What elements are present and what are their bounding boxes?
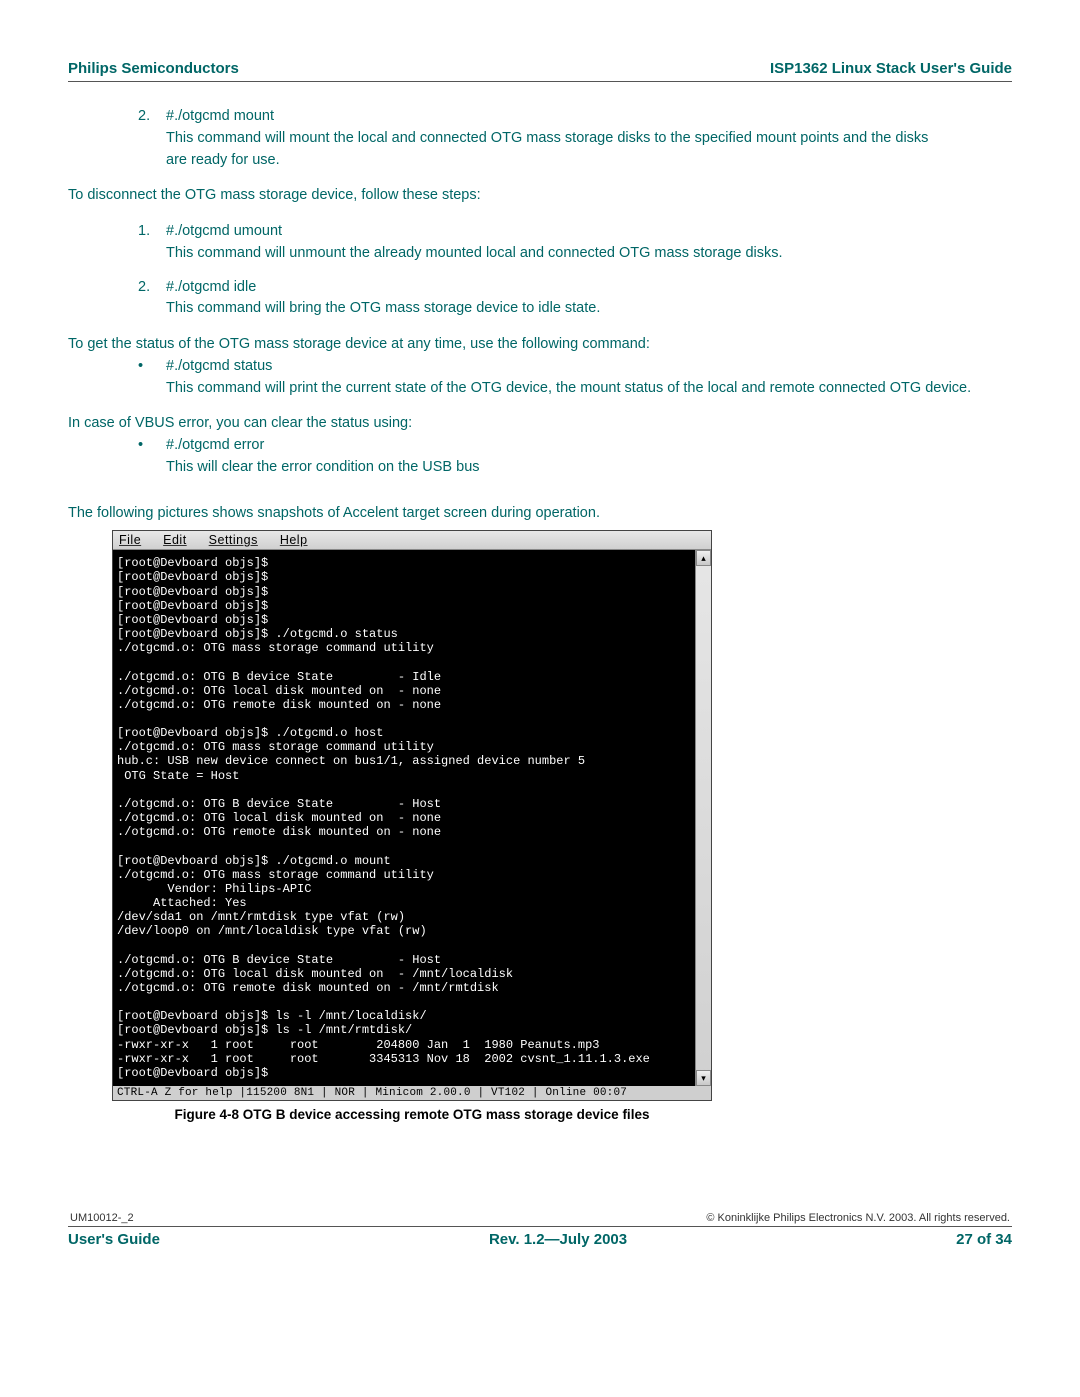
bullet-icon: • (138, 356, 166, 378)
footer-meta: UM10012-_2 © Koninklijke Philips Electro… (68, 1212, 1012, 1224)
step-mount: 2.#./otgcmd mount This command will moun… (138, 106, 1012, 171)
doc-number: UM10012-_2 (70, 1212, 134, 1224)
para-disconnect: To disconnect the OTG mass storage devic… (68, 185, 1012, 207)
bullet-command: #./otgcmd status (166, 358, 272, 374)
bullet-command: #./otgcmd error (166, 437, 264, 453)
scrollbar-track[interactable] (696, 566, 711, 1070)
step-desc: This command will mount the local and co… (166, 128, 936, 172)
header-left: Philips Semiconductors (68, 60, 239, 77)
step-umount: 1.#./otgcmd umount This command will unm… (138, 221, 1012, 265)
step-command: #./otgcmd idle (166, 279, 256, 295)
menu-file[interactable]: File (119, 533, 141, 547)
copyright-text: © Koninklijke Philips Electronics N.V. 2… (706, 1212, 1010, 1224)
step-number: 2. (138, 277, 166, 299)
footer-center: Rev. 1.2—July 2003 (489, 1231, 627, 1248)
step-desc: This command will bring the OTG mass sto… (166, 298, 1012, 320)
para-status: To get the status of the OTG mass storag… (68, 334, 1012, 356)
footer-right: 27 of 34 (956, 1231, 1012, 1248)
terminal-scrollbar[interactable]: ▴ ▾ (695, 550, 711, 1086)
header-right: ISP1362 Linux Stack User's Guide (770, 60, 1012, 77)
terminal-statusbar: CTRL-A Z for help |115200 8N1 | NOR | Mi… (113, 1086, 711, 1100)
step-command: #./otgcmd mount (166, 108, 274, 124)
step-desc: This command will unmount the already mo… (166, 243, 1012, 265)
step-idle: 2.#./otgcmd idle This command will bring… (138, 277, 1012, 321)
bullet-desc: This command will print the current stat… (166, 378, 1012, 400)
terminal-output[interactable]: [root@Devboard objs]$ [root@Devboard obj… (113, 550, 695, 1086)
bullet-desc: This will clear the error condition on t… (166, 457, 1012, 479)
step-number: 2. (138, 106, 166, 128)
para-vbus: In case of VBUS error, you can clear the… (68, 413, 1012, 435)
bullet-status: •#./otgcmd status This command will prin… (138, 356, 1012, 400)
terminal-menubar[interactable]: File Edit Settings Help (113, 531, 711, 550)
para-figure-intro: The following pictures shows snapshots o… (68, 503, 1012, 525)
menu-settings[interactable]: Settings (209, 533, 258, 547)
step-command: #./otgcmd umount (166, 223, 282, 239)
terminal-window: File Edit Settings Help [root@Devboard o… (112, 530, 712, 1101)
footer-left: User's Guide (68, 1231, 160, 1248)
scrollbar-up-icon[interactable]: ▴ (696, 550, 711, 566)
bullet-icon: • (138, 435, 166, 457)
scrollbar-down-icon[interactable]: ▾ (696, 1070, 711, 1086)
menu-edit[interactable]: Edit (163, 533, 187, 547)
figure-caption: Figure 4-8 OTG B device accessing remote… (112, 1107, 712, 1122)
menu-help[interactable]: Help (280, 533, 308, 547)
step-number: 1. (138, 221, 166, 243)
page-footer: User's Guide Rev. 1.2—July 2003 27 of 34 (68, 1227, 1012, 1248)
bullet-error: •#./otgcmd error This will clear the err… (138, 435, 1012, 479)
page-header: Philips Semiconductors ISP1362 Linux Sta… (68, 60, 1012, 82)
